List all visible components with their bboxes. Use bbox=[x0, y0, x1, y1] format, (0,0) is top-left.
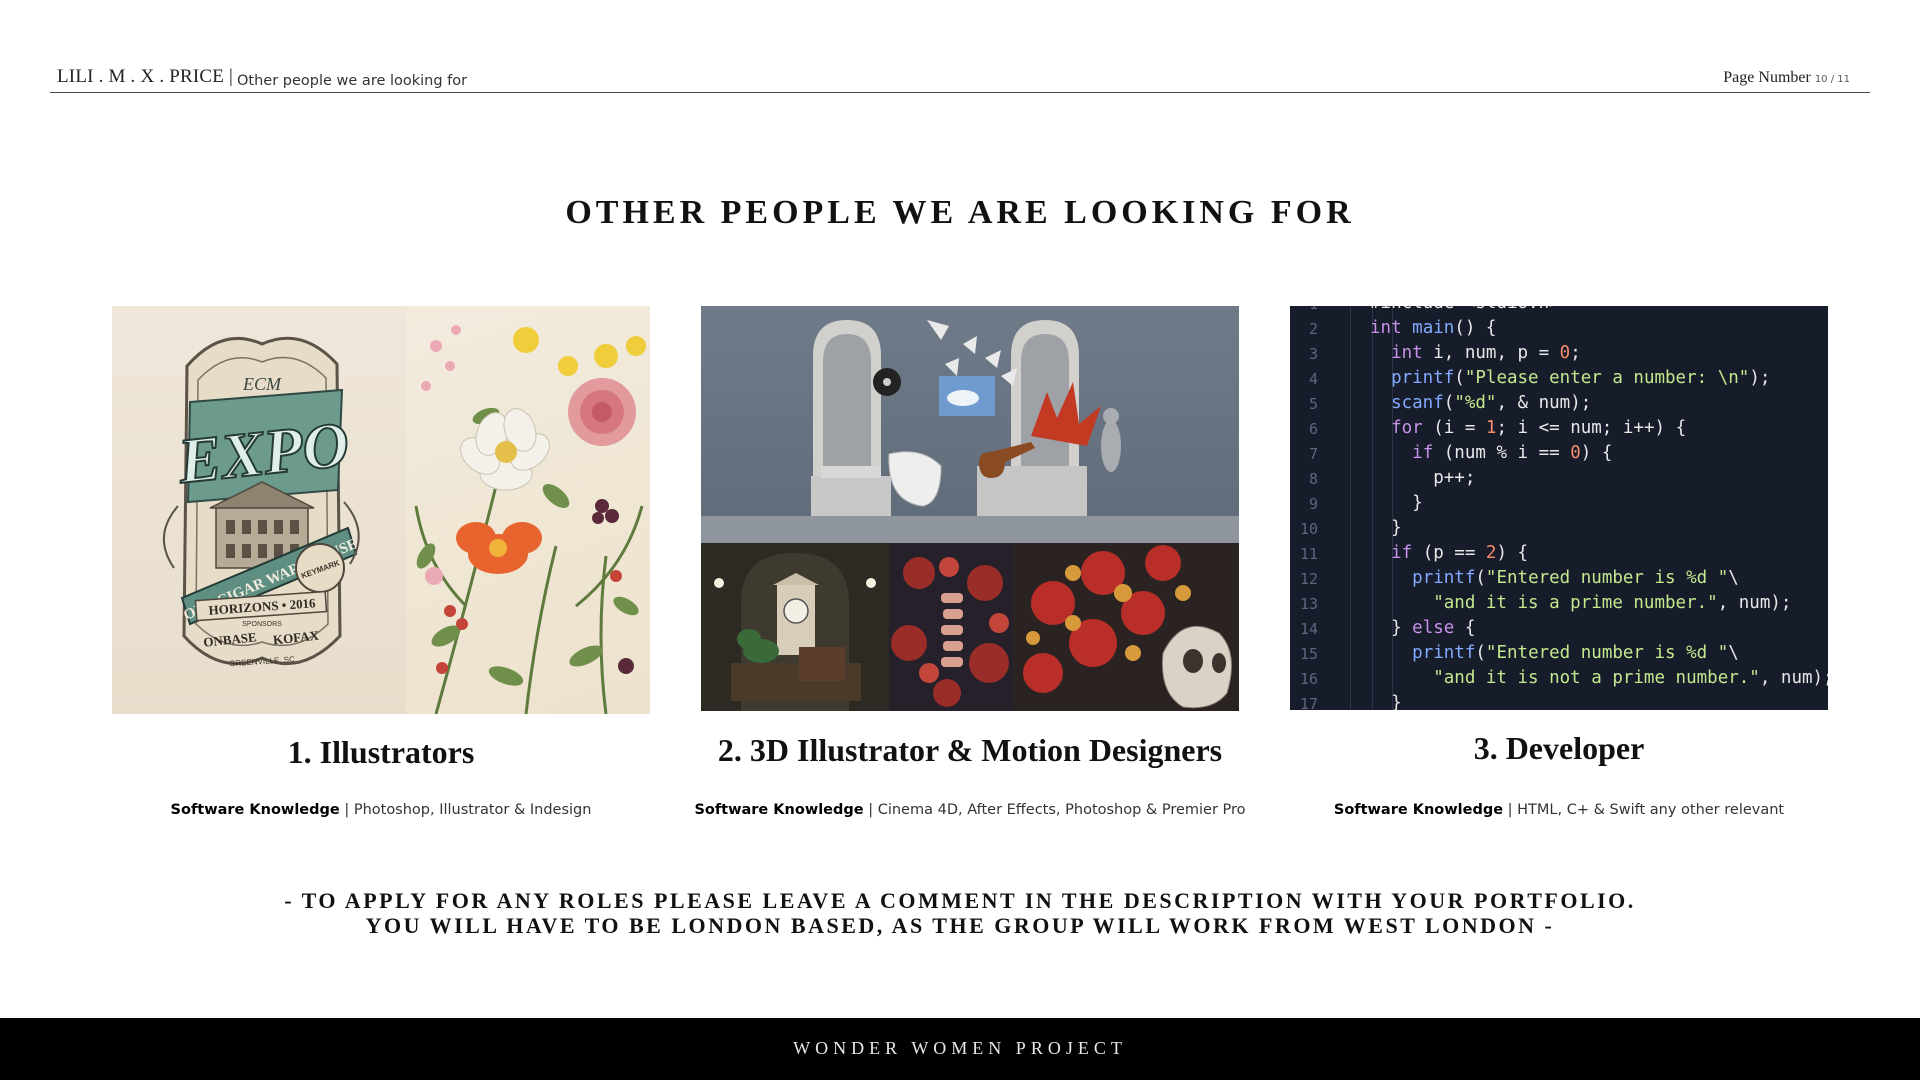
code-text: } bbox=[1370, 518, 1402, 538]
code-text: if (p == 2) { bbox=[1391, 543, 1529, 563]
page-footer: WONDER WOMEN PROJECT bbox=[0, 1018, 1920, 1080]
line-number: 5 bbox=[1308, 395, 1318, 413]
line-number: 17 bbox=[1299, 695, 1318, 710]
notice-line-1: - TO APPLY FOR ANY ROLES PLEASE LEAVE A … bbox=[284, 888, 1636, 913]
section-title: Other people we are looking for bbox=[237, 73, 468, 89]
role-skills: Software Knowledge | Photoshop, Illustra… bbox=[92, 802, 670, 818]
role-card-3d-illustrators: 2. 3D Illustrator & Motion Designers Sof… bbox=[694, 306, 1246, 818]
code-text: printf("Entered number is %d "\ bbox=[1412, 643, 1739, 663]
line-number: 7 bbox=[1308, 445, 1318, 463]
line-number: 2 bbox=[1308, 320, 1318, 338]
page-header: LILI . M . X . PRICE | Other people we a… bbox=[50, 64, 1870, 93]
page-title: OTHER PEOPLE WE ARE LOOKING FOR bbox=[565, 194, 1355, 231]
page-count: 10 / 11 bbox=[1814, 74, 1850, 85]
code-text: printf("Please enter a number: \n"); bbox=[1391, 368, 1771, 388]
role-skills: Software Knowledge | Cinema 4D, After Ef… bbox=[681, 802, 1259, 818]
3d-museum-artwork bbox=[811, 320, 1121, 541]
line-number: 8 bbox=[1308, 470, 1318, 488]
application-notice: - TO APPLY FOR ANY ROLES PLEASE LEAVE A … bbox=[0, 888, 1920, 938]
line-number: 10 bbox=[1299, 520, 1318, 538]
3d-render-floral-skull bbox=[1013, 543, 1239, 711]
role-card-illustrators: ECM EXPO OLD CIGAR WAREHOUSE KEYMARK HOR… bbox=[112, 306, 650, 818]
skills-label: Software Knowledge bbox=[1333, 802, 1504, 818]
line-number: 16 bbox=[1299, 670, 1318, 688]
page-number-label: Page Number bbox=[1723, 69, 1811, 86]
line-number: 15 bbox=[1299, 645, 1318, 663]
code-editor-screenshot: 1 #include <stdio.h> 2 int main() { 3 int i,… bbox=[1290, 306, 1828, 710]
illustration-image: ECM EXPO OLD CIGAR WAREHOUSE KEYMARK HOR… bbox=[112, 306, 650, 714]
code-text: int main() { bbox=[1370, 318, 1497, 338]
line-number: 4 bbox=[1308, 370, 1318, 388]
code-text: } else { bbox=[1370, 618, 1476, 638]
floral-skull-artwork bbox=[1023, 545, 1232, 709]
role-card-developer: 1 #include <stdio.h> 2 int main() { 3 int i,… bbox=[1290, 306, 1828, 818]
line-number: 11 bbox=[1299, 545, 1318, 563]
poster-expo-top: ECM bbox=[242, 374, 282, 394]
code-text: "and it is not a prime number.", num); bbox=[1433, 668, 1828, 688]
notice-line-2: YOU WILL HAVE TO BE LONDON BASED, AS THE… bbox=[365, 913, 1555, 938]
code-text: "and it is a prime number.", num); bbox=[1433, 593, 1792, 613]
brand-name: LILI . M . X . PRICE | bbox=[57, 66, 234, 87]
code-text: printf("Entered number is %d "\ bbox=[1412, 568, 1739, 588]
expo-poster-image: ECM EXPO OLD CIGAR WAREHOUSE KEYMARK HOR… bbox=[112, 306, 406, 714]
3d-render-floral-skeleton bbox=[889, 543, 1013, 711]
skills-list: | HTML, C+ & Swift any other relevant bbox=[1503, 802, 1785, 818]
code-text: for (i = 1; i <= num; i++) { bbox=[1391, 418, 1687, 438]
code-text: int i, num, p = 0; bbox=[1391, 343, 1581, 363]
expo-poster-artwork: ECM EXPO OLD CIGAR WAREHOUSE KEYMARK HOR… bbox=[162, 336, 360, 668]
role-title: 1. Illustrators bbox=[287, 734, 475, 770]
skills-label: Software Knowledge bbox=[170, 802, 340, 818]
line-number: 14 bbox=[1299, 620, 1318, 638]
poster-sponsors-label: SPONSORS bbox=[242, 621, 282, 628]
code-text: if (num % i == 0) { bbox=[1412, 443, 1613, 463]
3d-shelf bbox=[701, 516, 1239, 543]
line-number: 9 bbox=[1308, 495, 1318, 513]
clock-room-artwork bbox=[714, 553, 876, 711]
3d-render-clock-room bbox=[701, 543, 889, 711]
role-title: 3. Developer bbox=[1473, 730, 1645, 766]
role-title: 2. 3D Illustrator & Motion Designers bbox=[717, 732, 1223, 768]
role-skills: Software Knowledge | HTML, C+ & Swift an… bbox=[1270, 802, 1848, 818]
code-text: } bbox=[1370, 493, 1423, 513]
line-number: 6 bbox=[1308, 420, 1318, 438]
3d-render-collage bbox=[701, 306, 1239, 711]
line-number: 1 bbox=[1290, 306, 1318, 313]
skills-list: | Cinema 4D, After Effects, Photoshop & … bbox=[863, 802, 1246, 818]
botanical-artwork bbox=[414, 325, 646, 714]
floral-skeleton-artwork bbox=[891, 557, 1009, 707]
code-text: #include <stdio.h> bbox=[1370, 306, 1560, 313]
code-text: scanf("%d", & num); bbox=[1391, 393, 1592, 413]
line-number: 13 bbox=[1299, 595, 1318, 613]
code-text: p++; bbox=[1370, 468, 1476, 488]
line-number: 3 bbox=[1308, 345, 1318, 363]
skills-list: | Photoshop, Illustrator & Indesign bbox=[339, 802, 592, 818]
line-number: 12 bbox=[1299, 570, 1318, 588]
3d-render-museum-scene bbox=[701, 306, 1239, 543]
code-text: } bbox=[1370, 693, 1402, 710]
page-number: Page Number 10 / 11 bbox=[1723, 69, 1850, 87]
skills-label: Software Knowledge bbox=[694, 802, 864, 818]
footer-title: WONDER WOMEN PROJECT bbox=[793, 1038, 1127, 1058]
botanical-flowers-image bbox=[406, 306, 650, 714]
code-editor: 1 #include <stdio.h> 2 int main() { 3 int i,… bbox=[1290, 306, 1828, 710]
